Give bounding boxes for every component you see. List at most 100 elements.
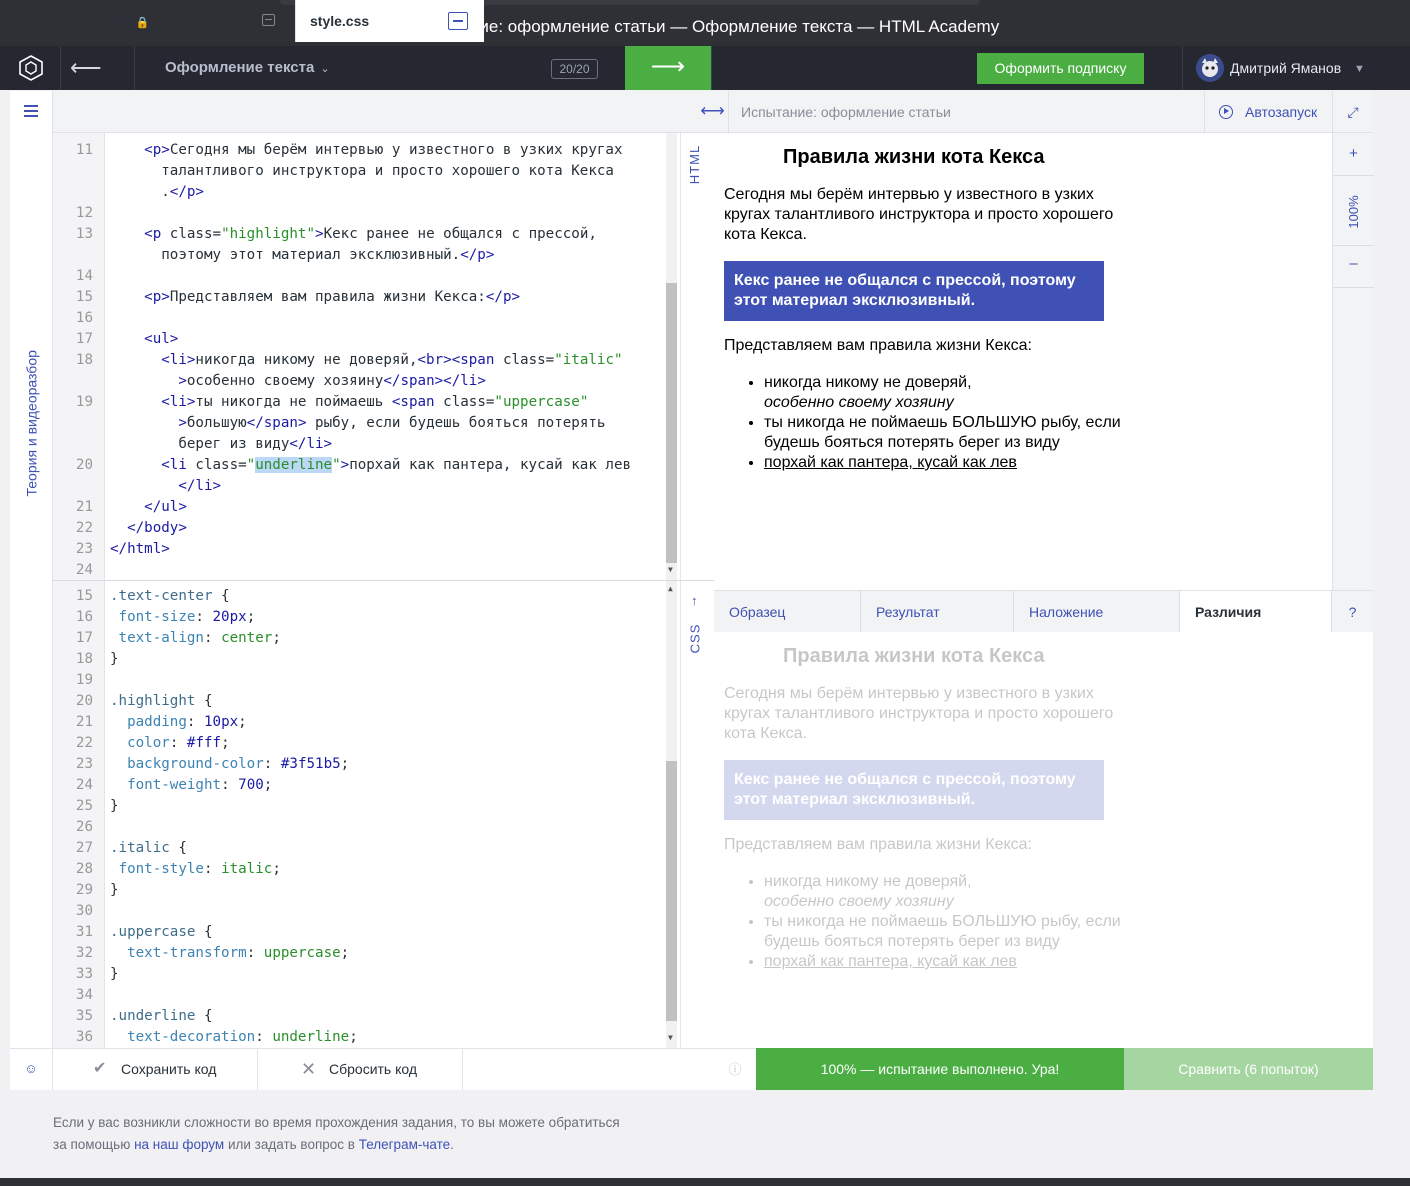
code-line[interactable]: 20 .highlight { (53, 691, 653, 712)
telegram-link[interactable]: Телеграм-чате (359, 1137, 450, 1152)
code-line[interactable]: поэтому этот материал эксклюзивный.</p> (53, 245, 653, 266)
zoom-in-button[interactable]: + (1333, 145, 1374, 162)
tab-sample[interactable]: Образец (714, 591, 861, 633)
code-line[interactable]: 28 font-style: italic; (53, 859, 653, 880)
code-line[interactable]: 21 padding: 10px; (53, 712, 653, 733)
differences-view: Правила жизни кота Кекса Сегодня мы берё… (714, 632, 1373, 1048)
subscribe-button[interactable]: Оформить подписку (977, 53, 1144, 84)
info-icon[interactable]: ⓘ (714, 1048, 756, 1090)
code-line[interactable]: 24 font-weight: 700; (53, 775, 653, 796)
chat-icon[interactable]: ☺ (10, 1048, 53, 1090)
forum-link[interactable]: на наш форум (134, 1137, 224, 1152)
autorun-button[interactable]: Автозапуск (1204, 91, 1332, 133)
code-line[interactable]: 16 font-size: 20px; (53, 607, 653, 628)
help-button[interactable]: ? (1332, 591, 1373, 633)
code-line[interactable]: 32 text-transform: uppercase; (53, 943, 653, 964)
code-line[interactable]: 17 <ul> (53, 329, 653, 350)
code-line[interactable]: 23 background-color: #3f51b5; (53, 754, 653, 775)
code-line[interactable]: 15 <p>Представляем вам правила жизни Кек… (53, 287, 653, 308)
reset-button[interactable]: ✕ Сбросить код (258, 1048, 463, 1090)
code-line[interactable]: >большую</span> рыбу, если будешь боятьс… (53, 413, 653, 434)
caret-down-icon[interactable]: ▼ (1354, 46, 1365, 90)
line-code: <li>никогда никому не доверяй,<br><span … (161, 352, 623, 368)
list-item: порхай как пантера, кусай как лев (764, 952, 1124, 972)
tab-result[interactable]: Результат (861, 591, 1014, 633)
line-code: <p>Сегодня мы берём интервью у известног… (144, 142, 623, 158)
code-line[interactable]: 22 </body> (53, 518, 653, 539)
compare-button[interactable]: Сравнить (6 попыток) (1124, 1048, 1373, 1090)
expand-icon[interactable]: ⤢ (1332, 91, 1373, 133)
line-code: .text-center { (110, 588, 230, 604)
code-line[interactable]: </li> (53, 476, 653, 497)
collapse-icon[interactable] (448, 12, 468, 30)
course-dropdown[interactable]: Оформление текста ⌄ (165, 46, 330, 90)
code-line[interactable]: 29} (53, 880, 653, 901)
code-line[interactable]: 23 </html> (53, 539, 653, 560)
line-number: 36 (75, 1029, 93, 1045)
user-name[interactable]: Дмитрий Яманов (1230, 46, 1341, 90)
line-number: 28 (75, 861, 93, 877)
preview-rules-list: никогда никому не доверяй,особенно своем… (764, 373, 1124, 473)
left-sidebar: Теория и видеоразбор (10, 91, 53, 1049)
avatar[interactable] (1196, 54, 1224, 82)
tab-index-html[interactable]: index.html 🔒 (53, 0, 296, 42)
zoom-out-button[interactable]: – (1333, 255, 1374, 272)
tab-overlay[interactable]: Наложение (1014, 591, 1180, 633)
code-line[interactable]: 12 (53, 203, 653, 224)
next-task-button[interactable]: ⟶ (625, 46, 711, 90)
code-line[interactable]: 36 text-decoration: underline; (53, 1027, 653, 1048)
code-line[interactable]: 31 .uppercase { (53, 922, 653, 943)
line-number: 20 (75, 457, 93, 473)
menu-icon[interactable] (24, 105, 38, 117)
code-line[interactable]: талантливого инструктора и просто хороше… (53, 161, 653, 182)
line-number: 17 (75, 630, 93, 646)
code-line[interactable]: 25} (53, 796, 653, 817)
list-item: ты никогда не поймаешь БОЛЬШУЮ рыбу, есл… (764, 413, 1124, 453)
code-line[interactable]: 35 .underline { (53, 1006, 653, 1027)
theory-video-link[interactable]: Теория и видеоразбор (16, 321, 46, 501)
code-line[interactable]: 24 (53, 560, 653, 580)
code-line[interactable]: 14 (53, 266, 653, 287)
code-line[interactable]: 33} (53, 964, 653, 985)
back-arrow-button[interactable]: ⟵ (70, 56, 122, 80)
list-item: никогда никому не доверяй,особенно своем… (764, 872, 1124, 912)
preview-highlight: Кекс ранее не общался с прессой, поэтому… (724, 261, 1104, 321)
code-line[interactable]: 13 <p class="highlight">Кекс ранее не об… (53, 224, 653, 245)
code-line[interactable]: 16 (53, 308, 653, 329)
status-badge: 100% — испытание выполнено. Ура! (756, 1048, 1124, 1090)
code-line[interactable]: 19 <li>ты никогда не поймаешь <span clas… (53, 392, 653, 413)
code-line[interactable]: 30 (53, 901, 653, 922)
line-number: 12 (75, 205, 93, 221)
code-line[interactable]: 15 .text-center { (53, 586, 653, 607)
code-line[interactable]: 19 (53, 670, 653, 691)
code-line[interactable]: 21 </ul> (53, 497, 653, 518)
bottom-strip (0, 1178, 1410, 1186)
code-line[interactable]: 17 text-align: center; (53, 628, 653, 649)
code-line[interactable]: 26 (53, 817, 653, 838)
code-line[interactable]: 18 <li>никогда никому не доверяй,<br><sp… (53, 350, 653, 371)
code-line[interactable]: 27 .italic { (53, 838, 653, 859)
code-line[interactable]: 11 <p>Сегодня мы берём интервью у извест… (53, 140, 653, 161)
arrow-up-icon[interactable]: ↑ (691, 593, 698, 608)
line-code: text-transform: uppercase; (127, 945, 350, 961)
tab-style-css[interactable]: style.css (296, 0, 484, 42)
html-code-editor[interactable]: 1011 <p>Сегодня мы берём интервью у изве… (53, 133, 680, 580)
save-button[interactable]: ✔ Сохранить код (53, 1048, 258, 1090)
zoom-controls: + 100% – (1332, 133, 1374, 590)
code-line[interactable]: 10 (53, 133, 653, 140)
code-line[interactable]: 22 color: #fff; (53, 733, 653, 754)
tab-differences[interactable]: Различия (1180, 591, 1332, 633)
html-label-strip: HTML (680, 133, 714, 580)
play-icon (1219, 105, 1233, 119)
code-line[interactable]: 20 <li class="underline">порхай как пант… (53, 455, 653, 476)
line-number: 33 (75, 966, 93, 982)
code-line[interactable]: берег из виду</li> (53, 434, 653, 455)
css-code-editor[interactable]: 15 .text-center {16 font-size: 20px; 17 te… (53, 581, 680, 1048)
code-line[interactable]: 34 (53, 985, 653, 1006)
resize-arrows-icon[interactable]: ⟷ (697, 91, 729, 133)
code-line[interactable]: >особенно своему хозяину</span></li> (53, 371, 653, 392)
collapse-icon[interactable] (262, 14, 275, 26)
code-line[interactable]: 18} (53, 649, 653, 670)
code-line[interactable]: .</p> (53, 182, 653, 203)
academy-logo-icon[interactable] (18, 55, 44, 81)
